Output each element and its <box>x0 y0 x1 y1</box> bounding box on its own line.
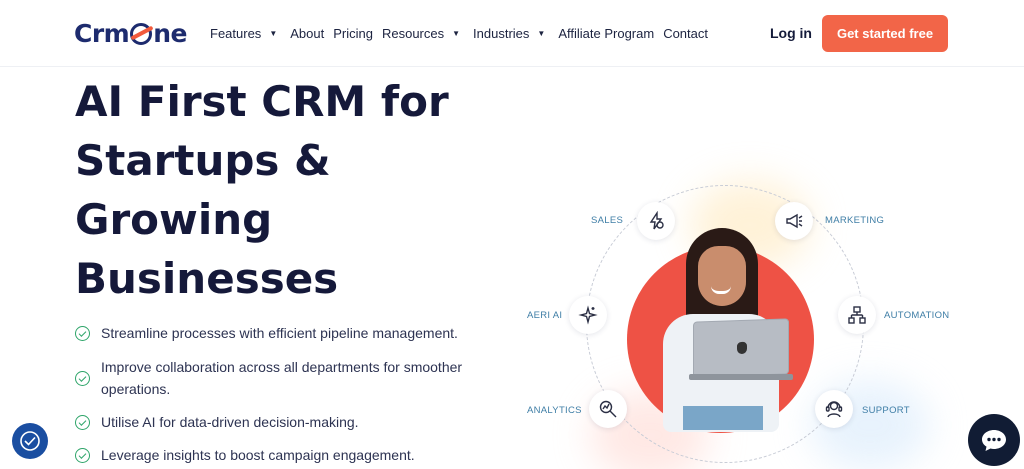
node-label-analytics: ANALYTICS <box>527 405 582 416</box>
woman-with-laptop-image <box>653 228 793 432</box>
nav-resources[interactable]: Resources ▼ <box>382 26 460 41</box>
list-item: Leverage insights to boost campaign enga… <box>75 444 481 466</box>
magnifier-chart-icon <box>589 390 627 428</box>
nav-industries[interactable]: Industries ▼ <box>473 26 545 41</box>
accessibility-icon[interactable] <box>12 423 48 459</box>
check-circle-icon <box>75 415 90 430</box>
hero-title-line: Startups & <box>75 136 331 185</box>
caret-down-icon: ▼ <box>537 28 546 38</box>
sparkle-icon <box>569 296 607 334</box>
nav-contact[interactable]: Contact <box>663 26 708 41</box>
lightning-icon <box>637 202 675 240</box>
headset-icon <box>815 390 853 428</box>
logo-o-ring <box>130 23 153 45</box>
megaphone-icon <box>775 202 813 240</box>
hero-title: AI First CRM for Startups & Growing Busi… <box>75 72 495 308</box>
site-header: Crm ne Features ▼ About Pricing Resources ▼… <box>0 0 1024 67</box>
node-label-automation: AUTOMATION <box>884 310 950 321</box>
node-label-marketing: MARKETING <box>825 215 885 226</box>
caret-down-icon: ▼ <box>269 28 278 38</box>
hero-illustration: SALES MARKETING AERI AI AUTOMATION ANALY… <box>520 160 960 469</box>
check-circle-icon <box>75 326 90 341</box>
nav-pricing[interactable]: Pricing <box>333 26 373 41</box>
login-link[interactable]: Log in <box>770 25 812 41</box>
chat-bubble-icon[interactable] <box>968 414 1020 466</box>
hero-title-line: AI First CRM for <box>75 77 449 126</box>
flowchart-icon <box>838 296 876 334</box>
hero-title-line: Businesses <box>75 254 339 303</box>
nav-about[interactable]: About <box>290 26 324 41</box>
get-started-button[interactable]: Get started free <box>822 15 948 52</box>
check-circle-icon <box>75 371 90 386</box>
node-label-sales: SALES <box>591 215 624 226</box>
list-item: Improve collaboration across all departm… <box>75 356 481 400</box>
laptop <box>693 318 789 378</box>
list-item: Streamline processes with efficient pipe… <box>75 322 481 344</box>
hero-title-line: Growing <box>75 195 273 244</box>
check-circle-icon <box>75 448 90 463</box>
nav-features[interactable]: Features ▼ <box>210 26 277 41</box>
node-label-aeri-ai: AERI AI <box>527 310 563 321</box>
crmone-logo[interactable]: Crm ne <box>74 16 187 50</box>
apple-logo-icon <box>737 341 747 355</box>
list-item: Utilise AI for data-driven decision-maki… <box>75 411 481 433</box>
main-nav: Features ▼ About Pricing Resources ▼ Indus… <box>210 25 717 41</box>
node-label-support: SUPPORT <box>862 405 910 416</box>
nav-affiliate-program[interactable]: Affiliate Program <box>558 26 654 41</box>
caret-down-icon: ▼ <box>452 28 461 38</box>
